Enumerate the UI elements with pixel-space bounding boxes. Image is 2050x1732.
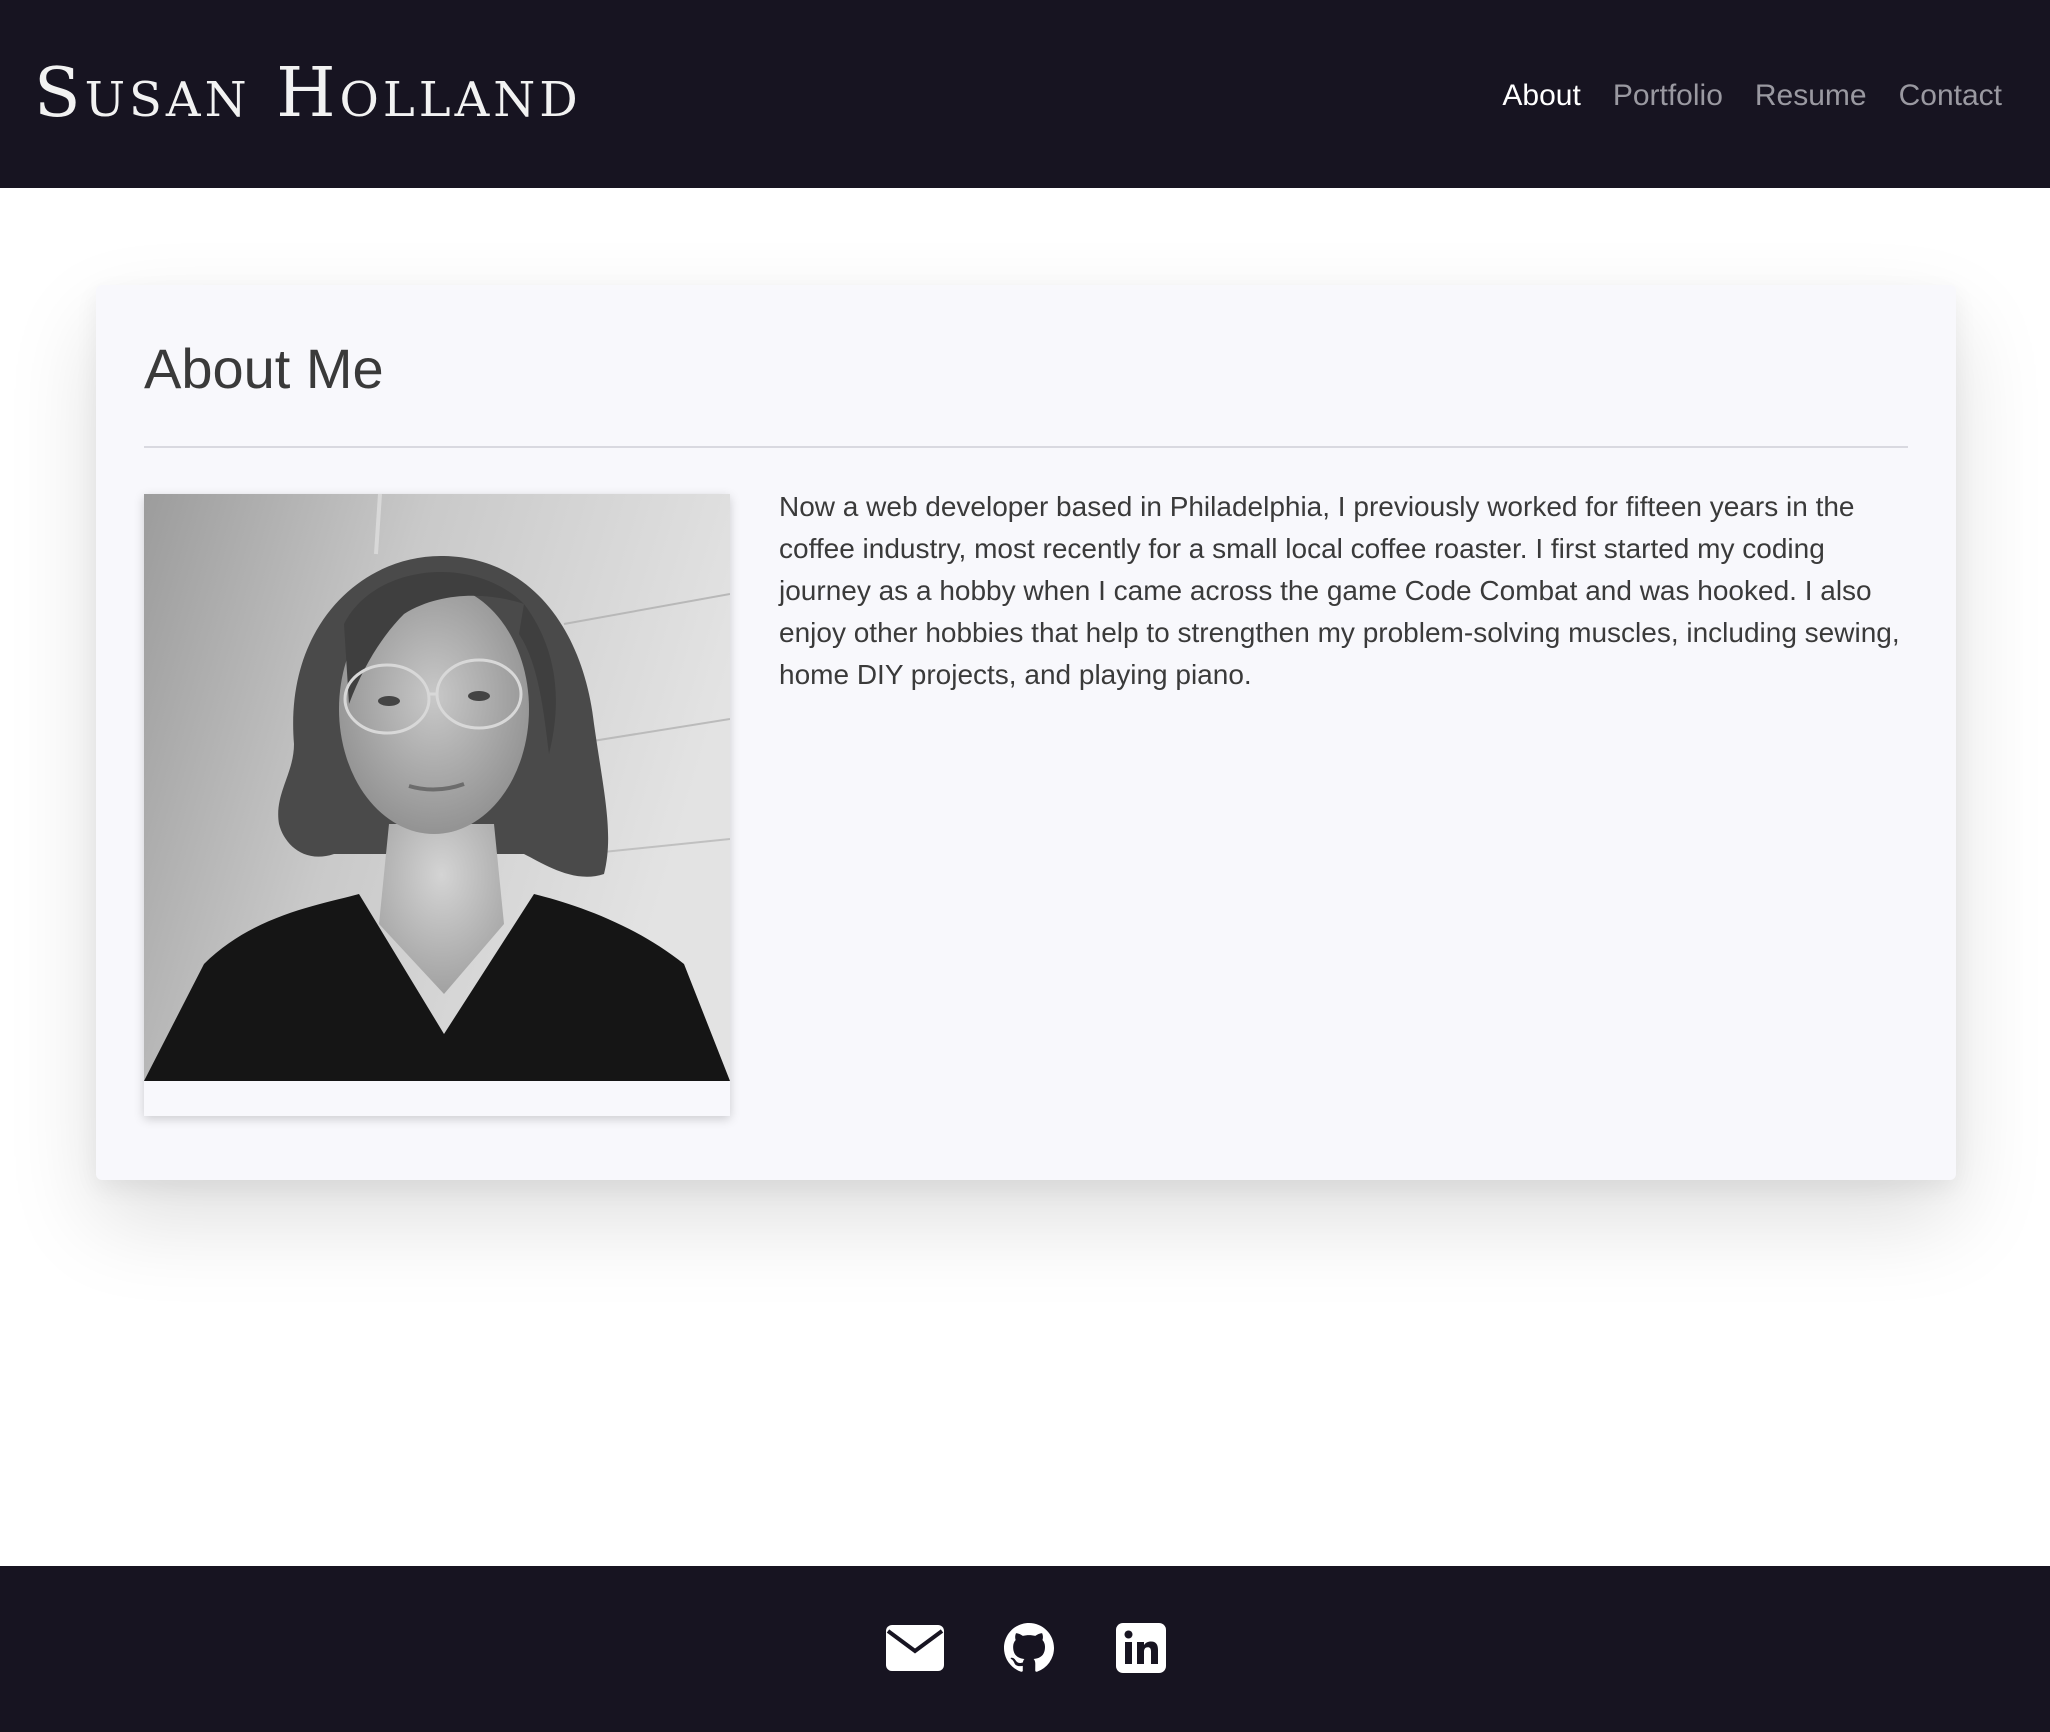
email-link[interactable]: [886, 1620, 944, 1676]
github-link[interactable]: [1004, 1620, 1054, 1676]
about-paragraph: Now a web developer based in Philadelphi…: [779, 491, 1900, 690]
github-icon: [1004, 1623, 1054, 1673]
envelope-icon: [886, 1625, 944, 1671]
linkedin-icon: [1116, 1623, 1166, 1673]
footer: [0, 1566, 2050, 1732]
portrait-image: [144, 494, 730, 1081]
section-title: About Me: [144, 337, 384, 400]
nav-link-portfolio[interactable]: Portfolio: [1613, 72, 1723, 120]
site-brand[interactable]: Susan Holland: [34, 54, 582, 134]
linkedin-link[interactable]: [1116, 1620, 1166, 1676]
profile-photo: [144, 494, 730, 1081]
nav-links: About Portfolio Resume Contact: [1502, 72, 2002, 120]
nav-link-resume[interactable]: Resume: [1755, 72, 1867, 120]
navbar: Susan Holland About Portfolio Resume Con…: [0, 0, 2050, 188]
nav-link-contact[interactable]: Contact: [1899, 72, 2002, 120]
divider: [144, 446, 1908, 448]
about-card: About Me Now a web developer based in Ph…: [96, 285, 1956, 1180]
nav-link-about[interactable]: About: [1502, 72, 1580, 120]
profile-photo-frame: [144, 494, 730, 1116]
